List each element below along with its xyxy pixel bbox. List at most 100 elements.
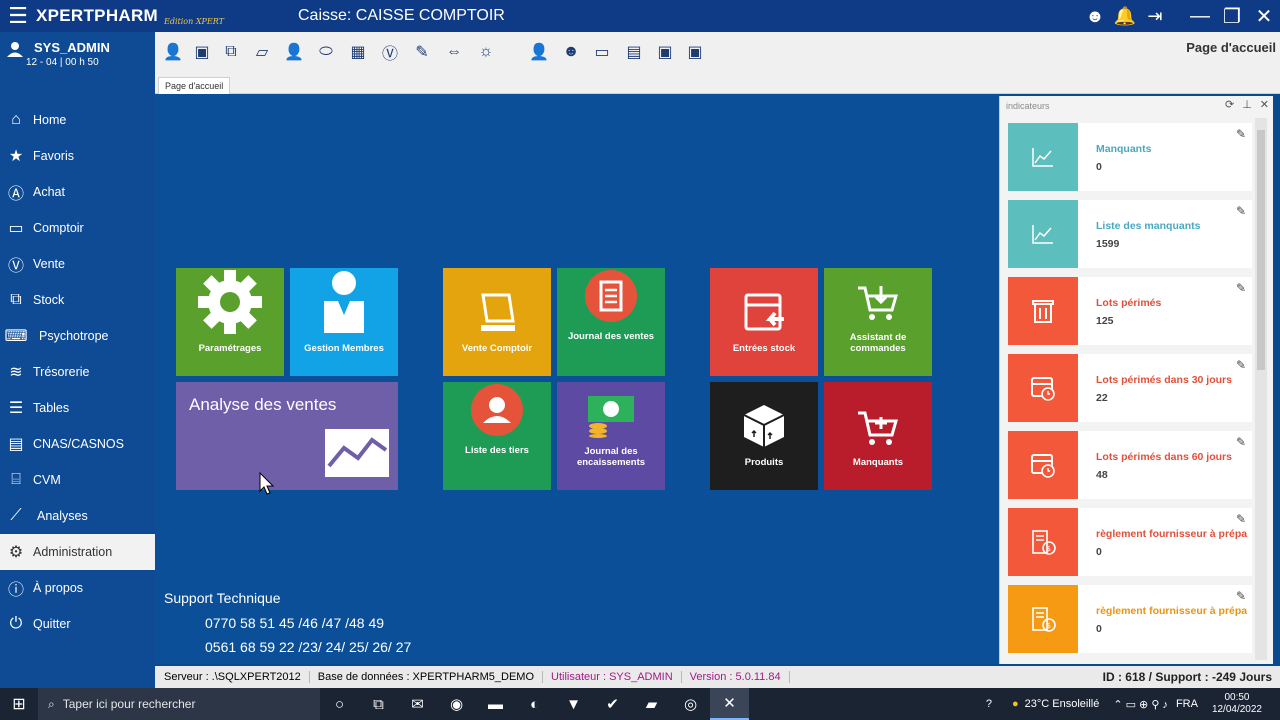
clock[interactable]: 00:50 12/04/2022: [1212, 692, 1262, 716]
sidebar-item-apropos[interactable]: ⓘ À propos: [0, 570, 155, 606]
toolbar-check-icon[interactable]: Ⓥ: [379, 41, 401, 63]
toolbar-person-icon[interactable]: 👤: [528, 41, 550, 63]
indicator-title: règlement fournisseur à prépa: [1096, 605, 1248, 617]
indicator-title: Liste des manquants: [1096, 220, 1201, 232]
mail-icon[interactable]: ✉: [398, 688, 437, 720]
toolbar-transfer-icon[interactable]: ⇔: [443, 41, 465, 63]
panel-close-icon[interactable]: ✕: [1260, 98, 1269, 111]
toolbar-sign-icon[interactable]: ✎: [411, 41, 433, 63]
sidebar-item-cnas[interactable]: ▤ CNAS/CASNOS: [0, 426, 155, 462]
tile-vente-comptoir[interactable]: Vente Comptoir: [443, 268, 551, 376]
sidebar-item-achat[interactable]: Ⓐ Achat: [0, 174, 155, 210]
vivaldi-icon[interactable]: ▼: [554, 688, 593, 720]
tile-analyse-ventes[interactable]: Analyse des ventes: [176, 382, 398, 490]
sidebar-item-home[interactable]: ⌂ Home: [0, 102, 155, 138]
tab-page-accueil[interactable]: Page d'accueil: [158, 77, 231, 94]
edit-pencil-icon[interactable]: ✎: [1236, 589, 1246, 603]
indicator-card[interactable]: Manquants 0 ✎: [1008, 123, 1252, 191]
indicators-scrollbar[interactable]: [1255, 118, 1267, 660]
comptoir-icon: ▭: [8, 220, 24, 237]
tab-strip: Page d'accueil: [155, 70, 1280, 94]
logout-icon[interactable]: ⇥: [1140, 6, 1170, 27]
tile-journal-ventes[interactable]: Journal des ventes: [557, 268, 665, 376]
toolbar-schedule-icon[interactable]: ▣: [684, 41, 706, 63]
sidebar-item-favoris[interactable]: ★ Favoris: [0, 138, 155, 174]
language-indicator[interactable]: FRA: [1176, 698, 1198, 710]
scrollbar-thumb[interactable]: [1257, 130, 1265, 370]
chrome-icon[interactable]: ◉: [437, 688, 476, 720]
tile-manquants[interactable]: Manquants: [824, 382, 932, 490]
toolbar-client-icon[interactable]: 👤: [283, 41, 305, 63]
task-view-icon[interactable]: ⧉: [359, 688, 398, 720]
indicator-card[interactable]: Lots périmés 125 ✎: [1008, 277, 1252, 345]
close-button[interactable]: ✕: [1248, 4, 1280, 29]
tile-parametrages[interactable]: Paramétrages: [176, 268, 284, 376]
indicator-card[interactable]: Liste des manquants 1599 ✎: [1008, 200, 1252, 268]
toolbar-monitor-icon[interactable]: ▭: [591, 41, 613, 63]
sidebar-item-comptoir[interactable]: ▭ Comptoir: [0, 210, 155, 246]
toolbar-group-icon[interactable]: ☻: [560, 41, 582, 63]
user-support-icon[interactable]: ☻: [1080, 6, 1110, 27]
edge-icon[interactable]: ◐: [515, 688, 554, 720]
tile-journal-encaissements[interactable]: Journal des encaissements: [557, 382, 665, 490]
indicator-card[interactable]: $ règlement fournisseur à prépa 0 ✎: [1008, 508, 1252, 576]
sidebar-item-vente[interactable]: Ⓥ Vente: [0, 246, 155, 282]
toolbar-tablet-icon[interactable]: ▱: [251, 41, 273, 63]
indicator-card[interactable]: $ règlement fournisseur à prépa 0 ✎: [1008, 585, 1252, 653]
main-dashboard: Paramétrages Gestion Membres Analyse des…: [155, 94, 999, 664]
edit-pencil-icon[interactable]: ✎: [1236, 204, 1246, 218]
sidebar-item-label: Analyses: [37, 509, 88, 523]
notification-bell-icon[interactable]: 🔔: [1110, 6, 1140, 27]
todo-icon[interactable]: ✔: [593, 688, 632, 720]
maximize-button[interactable]: ❐: [1216, 4, 1248, 29]
sidebar-item-tresorerie[interactable]: ≋ Trésorerie: [0, 354, 155, 390]
sidebar-item-label: Comptoir: [33, 221, 84, 235]
sidebar-item-quitter[interactable]: ⏻ Quitter: [0, 606, 155, 642]
toolbar-sun-icon[interactable]: ☼: [475, 41, 497, 63]
toolbar-tag-icon[interactable]: ⬭: [315, 41, 337, 63]
indicator-title: Lots périmés dans 30 jours: [1096, 374, 1232, 386]
minimize-button[interactable]: —: [1184, 5, 1216, 28]
tile-label: Liste des tiers: [465, 445, 529, 456]
indicator-card[interactable]: Lots périmés dans 30 jours 22 ✎: [1008, 354, 1252, 422]
edit-pencil-icon[interactable]: ✎: [1236, 127, 1246, 141]
toolbar-archive-icon[interactable]: ▣: [191, 41, 213, 63]
indicators-header: indicateurs ⟳ ⊥ ✕: [1000, 96, 1273, 114]
cortana-icon[interactable]: ○: [320, 688, 359, 720]
help-icon[interactable]: ?: [986, 698, 992, 710]
edit-pencil-icon[interactable]: ✎: [1236, 281, 1246, 295]
windows-start-icon[interactable]: ⊞: [0, 694, 38, 714]
obs-icon[interactable]: ◎: [671, 688, 710, 720]
hamburger-menu-icon[interactable]: ☰: [0, 0, 36, 32]
toolbar-user-icon[interactable]: 👤: [162, 41, 184, 63]
tile-gestion-membres[interactable]: Gestion Membres: [290, 268, 398, 376]
sidebar-item-analyses[interactable]: ⟋ Analyses: [0, 498, 155, 534]
indicator-card[interactable]: Lots périmés dans 60 jours 48 ✎: [1008, 431, 1252, 499]
edit-pencil-icon[interactable]: ✎: [1236, 358, 1246, 372]
weather-text[interactable]: 23°C Ensoleillé: [1025, 698, 1100, 710]
pin-icon[interactable]: ⊥: [1242, 98, 1252, 111]
sidebar-item-psychotrope[interactable]: ⌨ Psychotrope: [0, 318, 155, 354]
toolbar-copy-icon[interactable]: ⧉: [220, 41, 242, 63]
explorer-icon[interactable]: ▬: [476, 688, 515, 720]
sidebar-item-stock[interactable]: ⧉ Stock: [0, 282, 155, 318]
toolbar-calendar-icon[interactable]: ▣: [654, 41, 676, 63]
sidebar-item-administration[interactable]: ⚙ Administration: [0, 534, 155, 570]
tile-entrees-stock[interactable]: Entrées stock: [710, 268, 818, 376]
taskbar-search[interactable]: ⌕ Taper ici pour rechercher: [38, 688, 320, 720]
sticky-notes-icon[interactable]: ▰: [632, 688, 671, 720]
tile-liste-tiers[interactable]: Liste des tiers: [443, 382, 551, 490]
refresh-icon[interactable]: ⟳: [1225, 98, 1234, 111]
tile-produits[interactable]: Produits: [710, 382, 818, 490]
tray-icons[interactable]: ⌃ ▭ ⊕ ⚲ ♪: [1113, 698, 1168, 711]
toolbar-bus-icon[interactable]: ▦: [347, 41, 369, 63]
sidebar-item-tables[interactable]: ☰ Tables: [0, 390, 155, 426]
edit-pencil-icon[interactable]: ✎: [1236, 512, 1246, 526]
tile-assistant-commandes[interactable]: Assistant de commandes: [824, 268, 932, 376]
xpertpharm-taskbar-icon[interactable]: ✕: [710, 688, 749, 720]
sidebar-item-cvm[interactable]: ⌸ CVM: [0, 462, 155, 498]
toolbar-cash-icon[interactable]: ▤: [623, 41, 645, 63]
indicator-value: 0: [1096, 623, 1102, 635]
edit-pencil-icon[interactable]: ✎: [1236, 435, 1246, 449]
indicator-value: 0: [1096, 161, 1102, 173]
